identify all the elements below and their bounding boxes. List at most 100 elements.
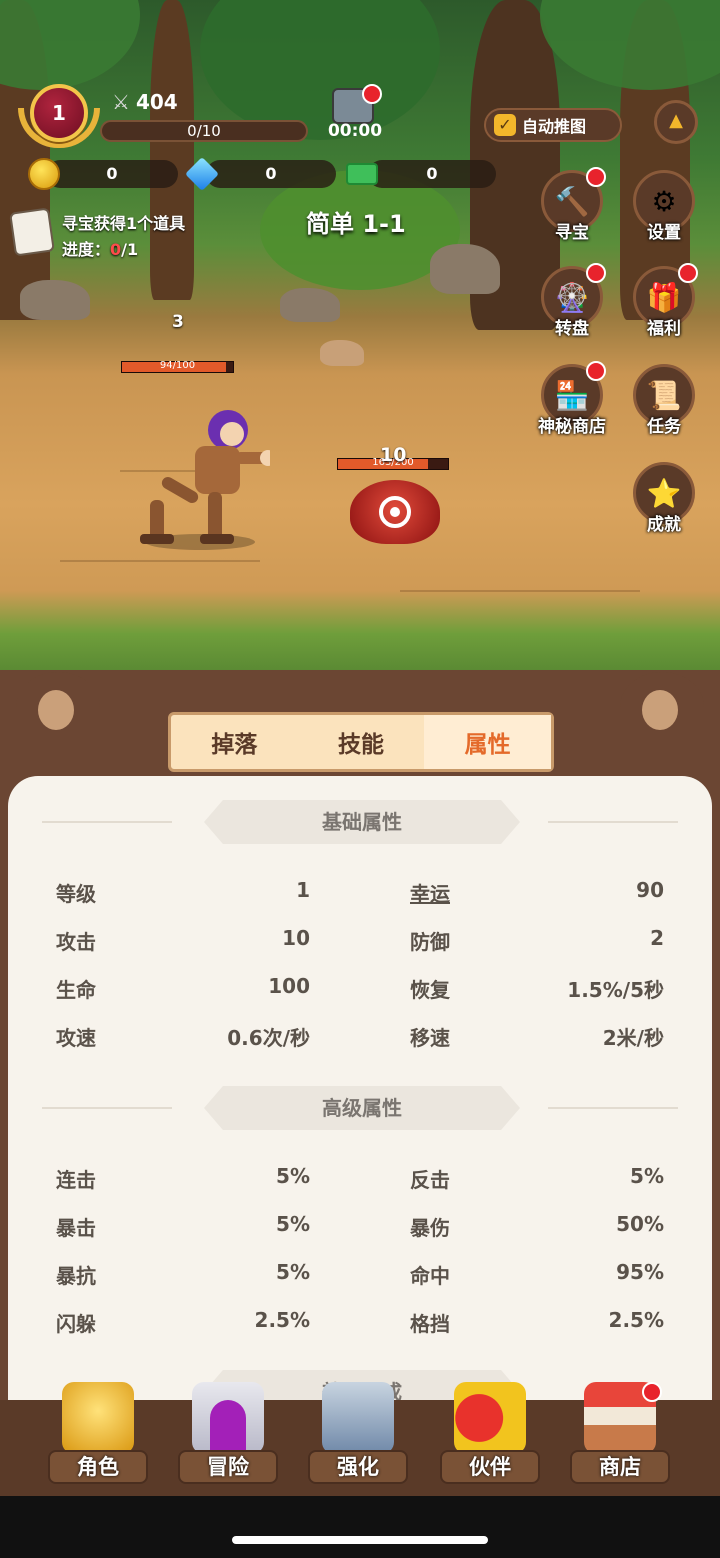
stat-name: 等级 [56,882,96,906]
notification-dot [362,84,382,104]
hero-character [140,400,276,550]
divider [548,821,678,823]
foliage [0,0,140,90]
stat-name: 暴抗 [56,1264,96,1288]
nav-label: 冒险 [178,1450,278,1484]
stat-row: 连击 5% 反击 5% [8,1164,712,1196]
nav-enhance[interactable]: 强化 [308,1382,408,1486]
divider [548,1107,678,1109]
stat-value: 2.5% [254,1308,310,1332]
nav-label: 商店 [570,1450,670,1484]
stat-value: 100 [268,974,310,998]
golden-armor-icon [62,1382,134,1454]
auto-push-button[interactable]: ✓ 自动推图 [484,108,622,142]
stat-value: 10 [282,926,310,950]
crossed-swords-icon: ⚔ [112,90,130,114]
stat-name: 防御 [410,930,450,954]
stat-name: 格挡 [410,1312,450,1336]
welfare-button[interactable]: 🎁 福利 [626,263,702,339]
notification-dot [586,263,606,283]
stat-value: 50% [616,1212,664,1236]
divider [42,1107,172,1109]
ground-crack [400,590,640,592]
stat-value: 5% [276,1164,310,1188]
task-progress: 进度：0/1 [62,236,138,260]
section-title: 基础属性 [204,800,520,844]
gold-counter: 0 [46,160,178,188]
stat-value: 5% [276,1212,310,1236]
cash-icon [346,163,378,185]
exp-bar: 0/10 [100,120,308,142]
power-value: 404 [135,90,178,114]
mystery-shop-button[interactable]: 🏪 神秘商店 [526,361,618,437]
notification-dot [586,361,606,381]
anvil-icon [322,1382,394,1454]
stat-row: 闪躲 2.5% 格挡 2.5% [8,1308,712,1340]
notification-dot [642,1382,662,1402]
wheel-button[interactable]: 🎡 转盘 [534,263,610,339]
nav-adventure[interactable]: 冒险 [178,1382,278,1486]
quest-button[interactable]: 📜 任务 [626,364,702,437]
collapse-arrow-button[interactable]: ▲ [654,100,698,144]
stat-row: 等级 1 幸运 90 [8,878,712,910]
panel-tabs: 掉落 技能 属性 [168,712,554,772]
auto-push-label: 自动推图 [522,117,587,136]
side-button-label: 福利 [647,319,681,339]
stat-name: 反击 [410,1168,450,1192]
left-ear-decoration [16,672,100,742]
treasure-hunt-button[interactable]: 🔨 寻宝 [534,167,610,243]
stat-name: 暴击 [56,1216,96,1240]
tab-drops[interactable]: 掉落 [171,715,298,769]
stat-name-luck[interactable]: 幸运 [410,878,450,907]
checkmark-icon: ✓ [494,114,516,136]
rock [320,340,364,366]
timer-text: 00:00 [327,121,383,141]
stat-name: 攻击 [56,930,96,954]
basic-section-header: 基础属性 [8,800,712,844]
portal-gate-icon [192,1382,264,1454]
hero-hp-text: 94/100 [159,360,196,371]
diamond-counter: 0 [206,160,336,188]
home-indicator[interactable] [232,1536,488,1544]
tab-skills[interactable]: 技能 [298,715,425,769]
nav-label: 强化 [308,1450,408,1484]
player-level-badge[interactable]: 1 [30,84,88,142]
right-ear-decoration [620,672,704,742]
attributes-sheet[interactable]: 基础属性 等级 1 幸运 90 攻击 10 防御 2 生命 100 恢复 1.5%/5秒 攻… [8,776,712,1416]
stat-row: 暴击 5% 暴伤 50% [8,1212,712,1244]
stat-value: 5% [276,1260,310,1284]
stat-row: 生命 100 恢复 1.5%/5秒 [8,974,712,1006]
rock [20,280,90,320]
partner-monsters-icon [454,1382,526,1454]
stat-value: 1.5%/5秒 [567,978,664,1002]
nav-shop[interactable]: 商店 [570,1382,670,1486]
nav-partner[interactable]: 伙伴 [440,1382,540,1486]
stat-name: 生命 [56,978,96,1002]
portal-door [210,1400,246,1450]
stat-name: 移速 [410,1026,450,1050]
side-button-label: 任务 [647,417,681,437]
notification-dot [586,167,606,187]
gold-coin-icon [28,158,60,190]
divider [42,821,172,823]
achievement-button[interactable]: ⭐ 成就 [626,462,702,535]
section-title: 高级属性 [204,1086,520,1130]
task-note-icon[interactable] [9,207,55,257]
tab-attributes[interactable]: 属性 [424,715,552,769]
level-text: 1 [52,101,66,125]
task-title[interactable]: 寻宝获得1个道具 [62,210,185,234]
advanced-section-header: 高级属性 [8,1086,712,1130]
progress-label: 进度： [62,240,111,259]
stat-name: 闪躲 [56,1312,96,1336]
stage-title: 简单 1-1 [306,210,406,238]
settings-button[interactable]: ⚙ 设置 [626,170,702,243]
gold-value: 0 [106,164,118,183]
foliage [200,0,440,140]
side-button-label: 寻宝 [555,223,589,243]
stat-name: 恢复 [410,978,450,1002]
cash-value: 0 [426,164,438,183]
stat-name: 暴伤 [410,1216,450,1240]
progress-total: /1 [121,240,139,259]
side-button-label: 成就 [647,515,681,535]
nav-character[interactable]: 角色 [48,1382,148,1486]
